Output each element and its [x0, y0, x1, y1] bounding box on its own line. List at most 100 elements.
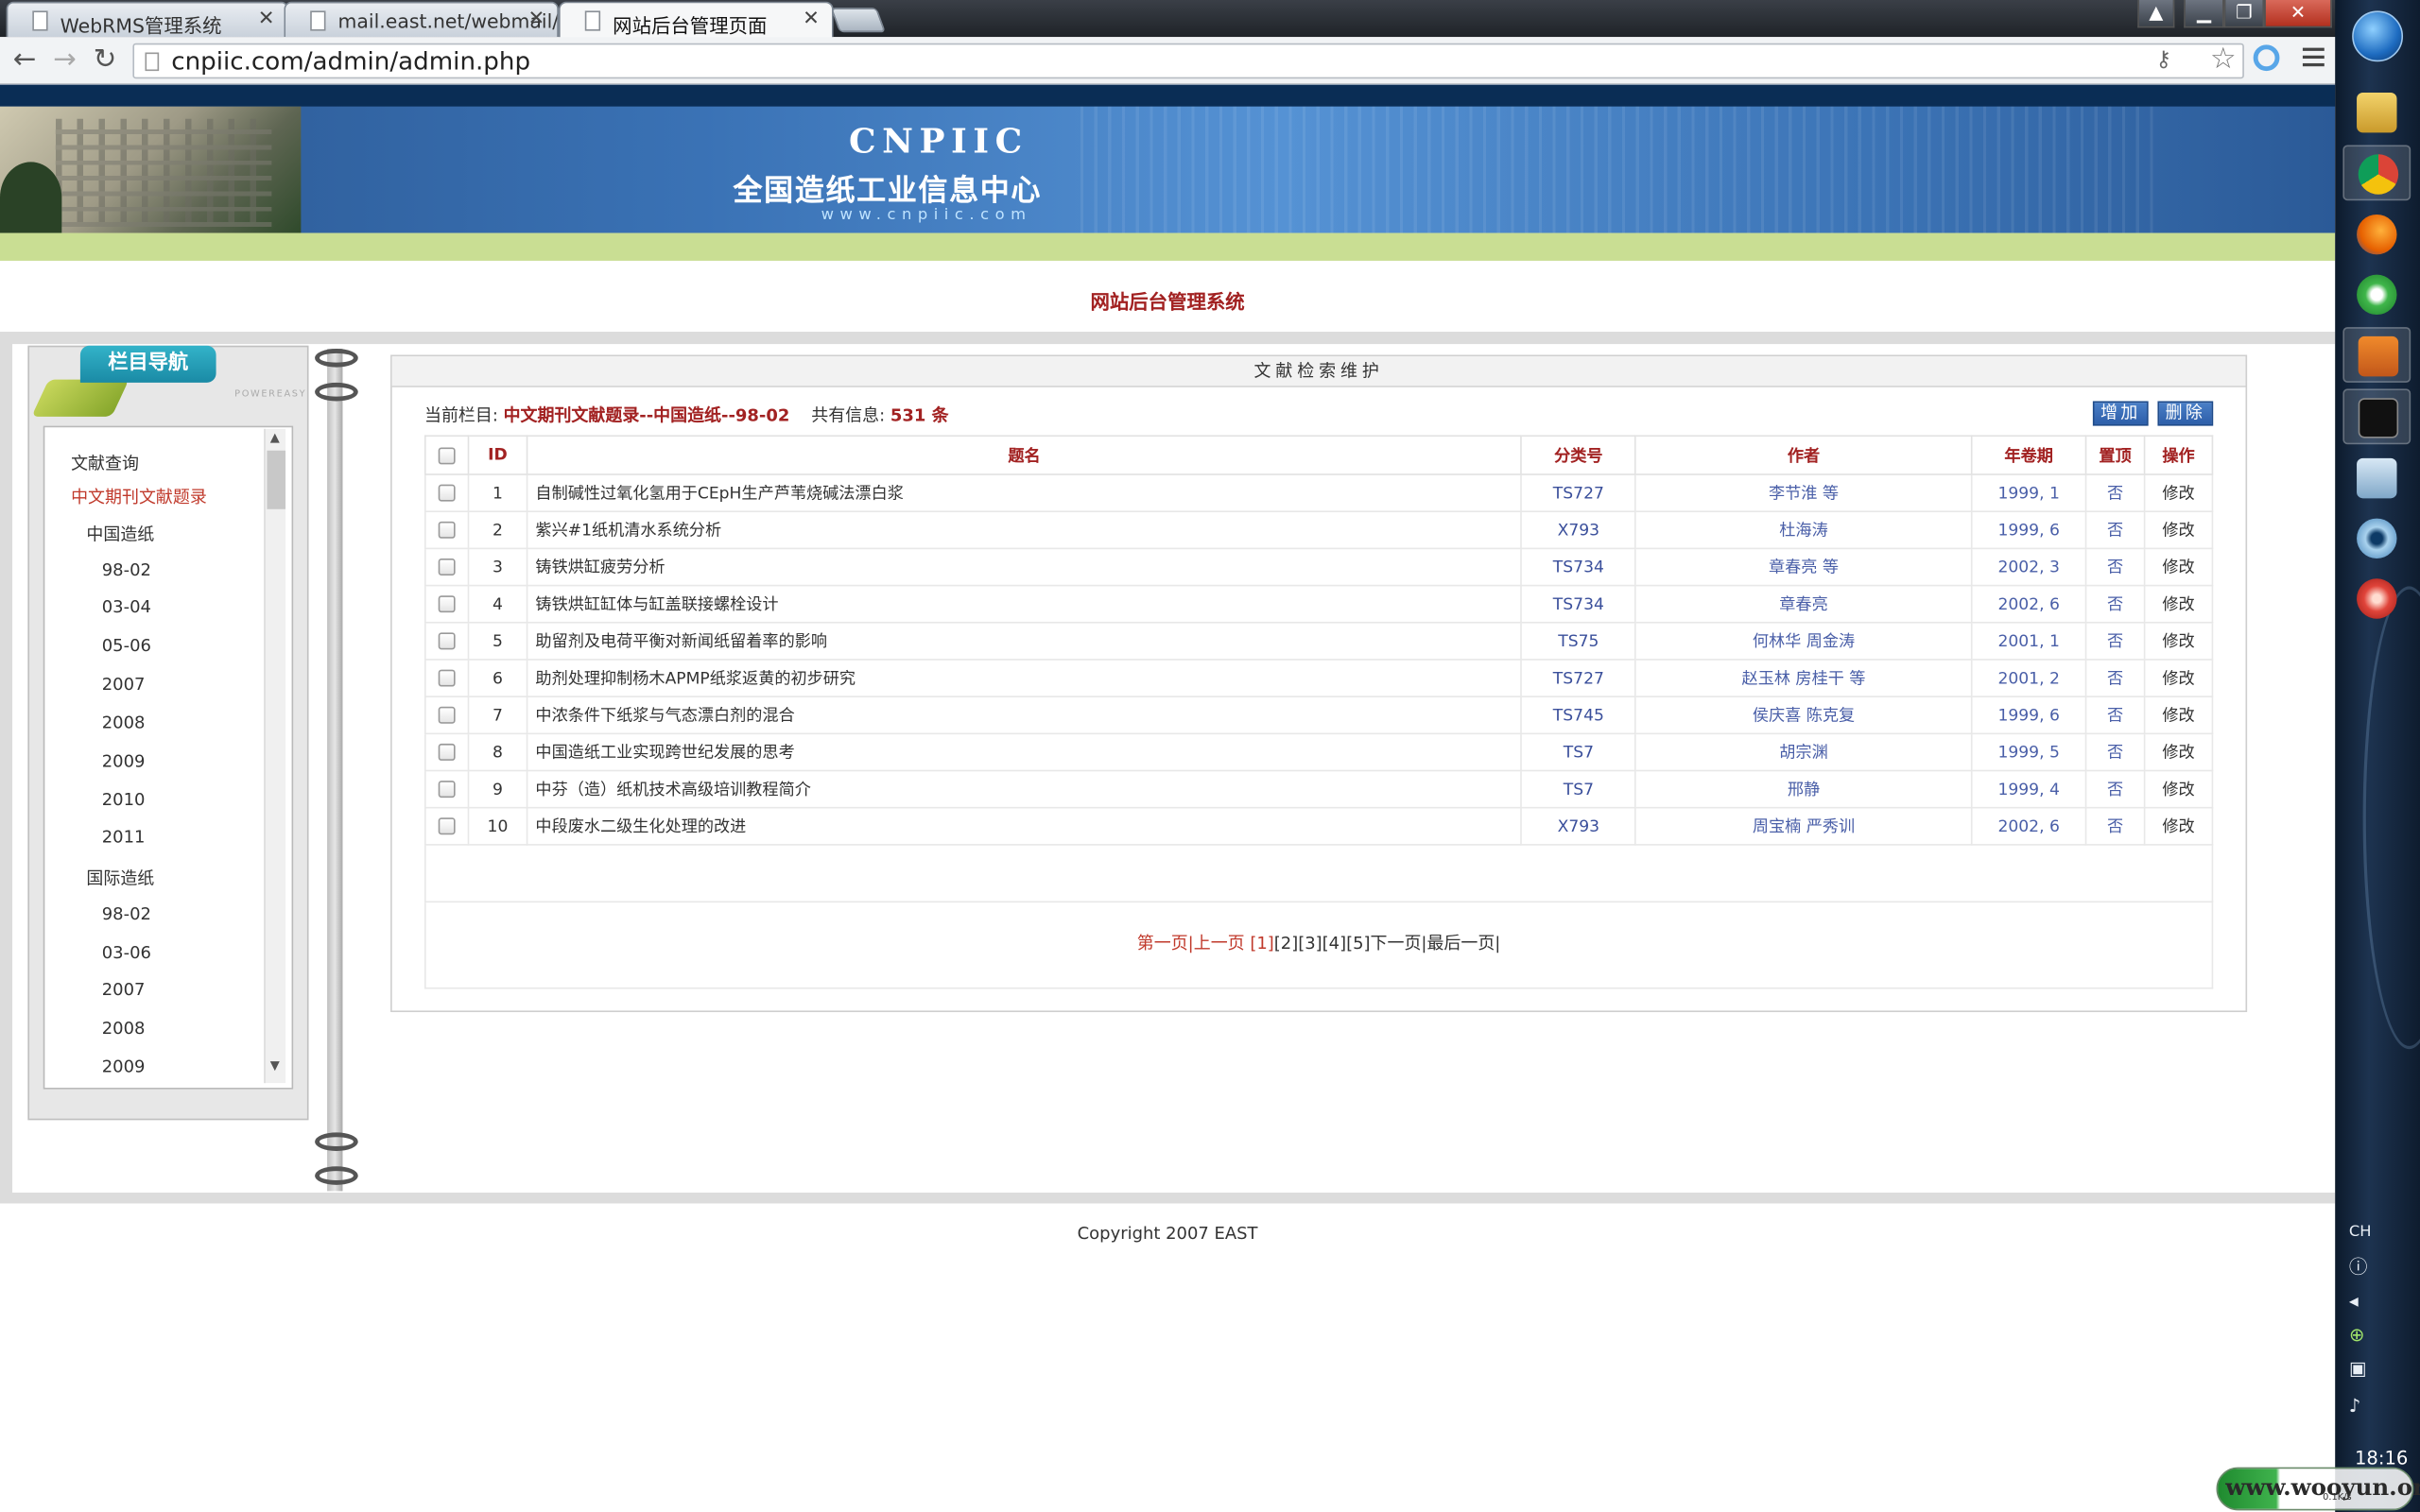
nav-item[interactable]: 国际造纸	[86, 866, 154, 890]
page-icon	[584, 10, 601, 31]
nav-item[interactable]: 2008	[102, 1019, 146, 1039]
scroll-down-icon[interactable]: ▼	[270, 1058, 280, 1073]
row-edit-link[interactable]: 修改	[2143, 696, 2214, 735]
scrollbar-thumb[interactable]	[267, 450, 286, 509]
row-checkbox[interactable]	[438, 595, 456, 613]
row-top[interactable]: 否	[2084, 473, 2146, 513]
tray-expand-icon[interactable]: ◂	[2349, 1290, 2359, 1312]
browser-toolbar: ← → ↻ cnpiic.com/admin/admin.php ⚷ ☆	[0, 37, 2341, 85]
pager-pages[interactable]: [2][3][4][5]	[1274, 934, 1371, 954]
row-top[interactable]: 否	[2084, 621, 2146, 661]
row-edit-link[interactable]: 修改	[2143, 510, 2214, 550]
nav-item[interactable]: 05-06	[102, 636, 151, 656]
row-checkbox[interactable]	[438, 521, 456, 539]
row-issue: 1999, 1	[1970, 473, 2087, 513]
network-icon[interactable]: ⊕	[2349, 1324, 2364, 1346]
nav-item[interactable]: 2007	[102, 980, 146, 1000]
nav-item[interactable]: 2008	[102, 713, 146, 732]
taskbar-snail-icon[interactable]	[2342, 571, 2411, 627]
nav-item[interactable]: 98-02	[102, 560, 151, 580]
row-top[interactable]: 否	[2084, 547, 2146, 587]
select-all-checkbox[interactable]	[438, 446, 456, 464]
row-edit-link[interactable]: 修改	[2143, 732, 2214, 772]
volume-icon[interactable]: ♪	[2349, 1395, 2361, 1417]
row-edit-link[interactable]: 修改	[2143, 547, 2214, 587]
nav-scrollbar[interactable]: ▲ ▼	[264, 428, 286, 1084]
nav-item[interactable]: 2009	[102, 751, 146, 771]
nav-item[interactable]: 03-06	[102, 943, 151, 963]
close-tab-icon[interactable]: ✕	[528, 8, 545, 30]
pager-first-prev[interactable]: 第一页|上一页 [1]	[1137, 934, 1274, 954]
row-edit-link[interactable]: 修改	[2143, 806, 2214, 846]
wrench-icon[interactable]: ⚷	[2155, 48, 2171, 73]
nav-item[interactable]: 文献查询	[71, 451, 139, 475]
row-top[interactable]: 否	[2084, 584, 2146, 624]
row-top[interactable]: 否	[2084, 769, 2146, 809]
row-top[interactable]: 否	[2084, 659, 2146, 697]
row-checkbox[interactable]	[438, 484, 456, 502]
row-title: 铸铁烘缸疲劳分析	[526, 547, 1523, 587]
nav-item-active[interactable]: 中文期刊文献题录	[71, 485, 207, 509]
nav-item[interactable]: 2009	[102, 1057, 146, 1076]
row-title: 中浓条件下纸浆与气态漂白剂的混合	[526, 696, 1523, 735]
taskbar-terminal-icon[interactable]	[2342, 388, 2411, 445]
close-tab-icon[interactable]: ✕	[803, 8, 820, 30]
minimize-button[interactable]: ▁	[2184, 0, 2224, 28]
row-checkbox[interactable]	[438, 706, 456, 724]
nav-item[interactable]: 2010	[102, 790, 146, 810]
nav-item[interactable]: 中国造纸	[86, 522, 154, 546]
close-window-button[interactable]: ✕	[2264, 0, 2332, 28]
row-edit-link[interactable]: 修改	[2143, 769, 2214, 809]
row-checkbox[interactable]	[438, 781, 456, 799]
bookmark-star-icon[interactable]: ☆	[2210, 42, 2237, 76]
extension-icon[interactable]	[2253, 44, 2280, 72]
maximize-button[interactable]: ❐	[2223, 0, 2265, 28]
nav-item[interactable]: 98-02	[102, 904, 151, 924]
nav-item[interactable]: 2007	[102, 674, 146, 694]
row-checkbox[interactable]	[438, 669, 456, 687]
taskbar-explorer-icon[interactable]	[2342, 85, 2411, 141]
address-bar[interactable]: cnpiic.com/admin/admin.php ⚷ ☆	[132, 42, 2244, 79]
row-checkbox[interactable]	[438, 558, 456, 576]
help-icon[interactable]: ⓘ	[2349, 1253, 2368, 1280]
row-top[interactable]: 否	[2084, 732, 2146, 772]
scroll-up-icon[interactable]: ▲	[270, 431, 280, 445]
taskbar-eye-icon[interactable]	[2342, 510, 2411, 566]
forward-arrow-icon[interactable]: →	[49, 44, 80, 76]
add-button[interactable]: 增加	[2092, 401, 2149, 426]
taskbar-ie-icon[interactable]	[2342, 266, 2411, 322]
reload-icon[interactable]: ↻	[90, 44, 121, 76]
taskbar-notes-icon[interactable]	[2342, 451, 2411, 507]
taskbar-firefox-icon[interactable]	[2342, 207, 2411, 263]
system-clock[interactable]: 18:16	[2346, 1447, 2417, 1469]
delete-button[interactable]: 删除	[2157, 401, 2214, 426]
row-checkbox[interactable]	[438, 743, 456, 761]
row-edit-link[interactable]: 修改	[2143, 621, 2214, 661]
row-top[interactable]: 否	[2084, 696, 2146, 735]
start-button-icon[interactable]	[2352, 10, 2404, 62]
row-edit-link[interactable]: 修改	[2143, 659, 2214, 697]
row-top[interactable]: 否	[2084, 806, 2146, 846]
row-edit-link[interactable]: 修改	[2143, 473, 2214, 513]
taskbar-chrome-icon[interactable]	[2342, 145, 2411, 201]
row-checkbox[interactable]	[438, 632, 456, 650]
pager-next-last[interactable]: 下一页|最后一页|	[1371, 934, 1501, 954]
row-title: 铸铁烘缸缸体与缸盖联接螺栓设计	[526, 584, 1523, 624]
back-arrow-icon[interactable]: ←	[9, 44, 41, 76]
power-icon[interactable]: ▣	[2349, 1358, 2367, 1380]
row-top[interactable]: 否	[2084, 510, 2146, 550]
browser-tab-webmail[interactable]: mail.east.net/webmail/ ✕	[284, 1, 560, 38]
ime-indicator[interactable]: CH	[2349, 1224, 2372, 1241]
close-tab-icon[interactable]: ✕	[258, 8, 275, 30]
nav-item[interactable]: 2011	[102, 827, 146, 847]
row-checkbox[interactable]	[438, 817, 456, 835]
row-edit-link[interactable]: 修改	[2143, 584, 2214, 624]
browser-tab-webrms[interactable]: WebRMS管理系统 ✕	[6, 1, 289, 38]
page-icon	[145, 52, 160, 72]
menu-icon[interactable]	[2302, 47, 2325, 70]
taskbar-app-icon[interactable]	[2342, 327, 2411, 383]
new-tab-button[interactable]	[830, 8, 886, 33]
nav-item[interactable]: 03-04	[102, 597, 151, 617]
browser-tab-admin[interactable]: 网站后台管理页面 ✕	[559, 1, 834, 39]
user-icon[interactable]: ▲	[2137, 0, 2175, 28]
